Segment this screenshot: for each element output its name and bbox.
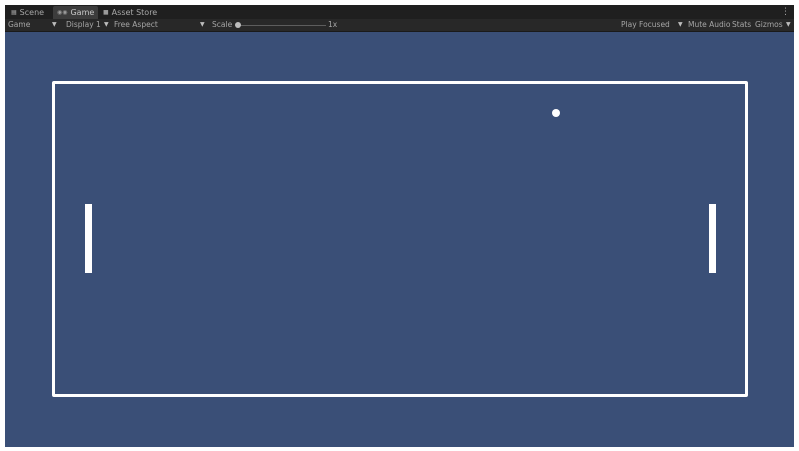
court-boundary bbox=[52, 81, 748, 397]
game-viewport[interactable] bbox=[5, 32, 794, 447]
tab-game-label: Game bbox=[70, 8, 95, 17]
tab-asset-store[interactable]: ■ Asset Store bbox=[99, 6, 161, 19]
mute-audio-toggle[interactable]: Mute Audio bbox=[688, 19, 730, 31]
gizmos-toggle[interactable]: Gizmos bbox=[755, 19, 783, 31]
right-paddle bbox=[709, 204, 716, 273]
scale-slider-track[interactable] bbox=[238, 25, 326, 26]
tab-game[interactable]: ◉◉ Game bbox=[53, 6, 99, 19]
chevron-down-icon[interactable]: ▼ bbox=[104, 19, 109, 31]
display-select[interactable]: Display 1 bbox=[66, 19, 101, 31]
scale-slider-handle[interactable] bbox=[235, 22, 241, 28]
play-mode-select[interactable]: Play Focused bbox=[621, 19, 670, 31]
chevron-down-icon[interactable]: ▼ bbox=[200, 19, 205, 31]
left-paddle bbox=[85, 204, 92, 273]
store-icon: ■ bbox=[103, 9, 109, 16]
view-select[interactable]: Game bbox=[8, 19, 30, 31]
aspect-select[interactable]: Free Aspect bbox=[114, 19, 158, 31]
tab-bar: ▦ Scene ◉◉ Game ■ Asset Store ⋮ bbox=[5, 5, 794, 19]
chevron-down-icon[interactable]: ▼ bbox=[52, 19, 57, 31]
more-options-icon[interactable]: ⋮ bbox=[781, 6, 790, 18]
chevron-down-icon[interactable]: ▼ bbox=[786, 19, 791, 31]
tab-scene-label: Scene bbox=[19, 8, 45, 17]
grid-icon: ▦ bbox=[11, 9, 17, 16]
tab-scene[interactable]: ▦ Scene bbox=[7, 6, 48, 19]
chevron-down-icon[interactable]: ▼ bbox=[678, 19, 683, 31]
game-toolbar: Game ▼ Display 1 ▼ Free Aspect ▼ Scale 1… bbox=[5, 19, 794, 32]
scale-label: Scale bbox=[212, 20, 233, 29]
game-window: ▦ Scene ◉◉ Game ■ Asset Store ⋮ Game ▼ D… bbox=[5, 5, 794, 447]
tab-asset-store-label: Asset Store bbox=[111, 8, 158, 17]
scale-value: 1x bbox=[328, 20, 338, 29]
ball bbox=[552, 109, 560, 117]
gamepad-icon: ◉◉ bbox=[57, 9, 68, 16]
stats-toggle[interactable]: Stats bbox=[732, 19, 751, 31]
